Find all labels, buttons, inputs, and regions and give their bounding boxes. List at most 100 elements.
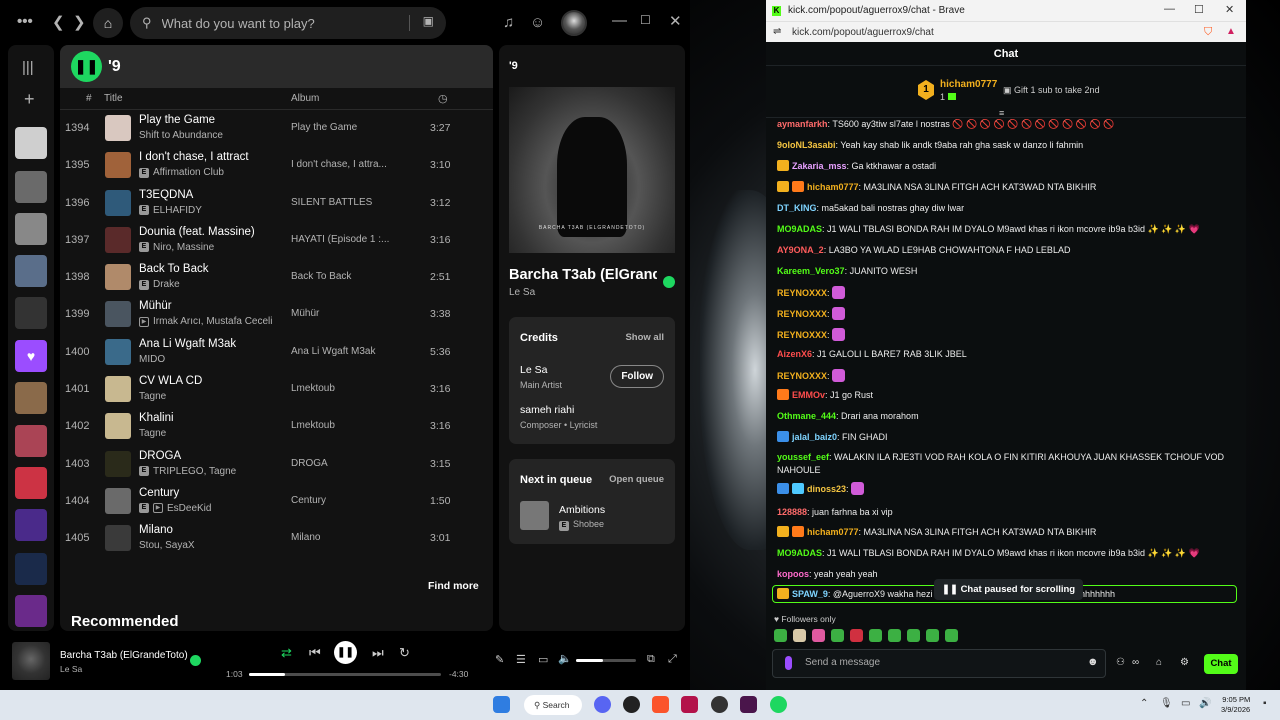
track-album[interactable]: SILENT BATTLES xyxy=(291,197,372,208)
track-artist-name[interactable]: Tagne xyxy=(139,428,166,439)
chat-username[interactable]: 9oloNL3asabi xyxy=(777,140,836,150)
library-item[interactable] xyxy=(15,553,47,585)
user-avatar[interactable] xyxy=(561,10,587,36)
leader-username[interactable]: hicham0777 xyxy=(940,79,997,90)
chat-username[interactable]: 128888 xyxy=(777,507,807,517)
open-queue-link[interactable]: Open queue xyxy=(609,474,664,485)
track-title[interactable]: CV WLA CD xyxy=(139,375,202,387)
library-item[interactable] xyxy=(15,255,47,287)
brave-shield-icon[interactable]: ⛉ xyxy=(1204,26,1212,39)
chat-username[interactable]: Kareem_Vero37 xyxy=(777,266,845,276)
track-album[interactable]: DROGA xyxy=(291,458,328,469)
player-saved-icon[interactable] xyxy=(190,655,201,666)
emote-icon[interactable] xyxy=(831,629,844,642)
library-item[interactable] xyxy=(15,467,47,499)
network-icon[interactable]: ▭ xyxy=(1181,698,1190,709)
emote-icon[interactable] xyxy=(907,629,920,642)
forward-arrow-icon[interactable]: ❯ xyxy=(73,13,86,31)
track-title[interactable]: Century xyxy=(139,487,179,499)
col-album[interactable]: Album xyxy=(291,93,319,104)
track-row[interactable]: 1396 T3EQDNA E ELHAFIDY SILENT BATTLES 3:12 xyxy=(60,185,493,222)
lyrics-icon[interactable]: ✎ xyxy=(495,653,504,666)
chat-username[interactable]: Othmane_444 xyxy=(777,411,836,421)
track-artist-name[interactable]: TRIPLEGO, Tagne xyxy=(153,466,236,477)
emote-icon[interactable] xyxy=(888,629,901,642)
notifications-tray-icon[interactable]: ▪ xyxy=(1263,698,1267,709)
credit-name[interactable]: sameh riahi xyxy=(520,404,574,416)
track-artist-name[interactable]: Shift to Abundance xyxy=(139,130,223,141)
chat-username[interactable]: REYNOXXX xyxy=(777,309,827,319)
emote-icon[interactable] xyxy=(812,629,825,642)
track-row[interactable]: 1400 Ana Li Wgaft M3ak MIDO Ana Li Wgaft M3… xyxy=(60,334,493,371)
player-artist[interactable]: Le Sa xyxy=(60,664,82,674)
library-item[interactable] xyxy=(15,171,47,203)
col-title[interactable]: Title xyxy=(104,93,123,104)
settings-gear-icon[interactable]: ⚙ xyxy=(1180,657,1189,668)
player-cover[interactable] xyxy=(12,642,50,680)
home-button[interactable]: ⌂ xyxy=(93,8,123,38)
tray-chevron-icon[interactable]: ⌃ xyxy=(1140,698,1148,709)
repeat-icon[interactable]: ↻ xyxy=(399,645,410,661)
emote-icon[interactable] xyxy=(774,629,787,642)
track-album[interactable]: Mühür xyxy=(291,308,319,319)
fullscreen-icon[interactable]: ⤢ xyxy=(668,653,677,666)
mini-player-icon[interactable]: ⧉ xyxy=(647,653,655,666)
next-icon[interactable]: ⏭ xyxy=(372,645,384,661)
track-title[interactable]: I don't chase, I attract xyxy=(139,151,249,163)
shuffle-icon[interactable]: ⇄ xyxy=(281,645,292,661)
track-artist-name[interactable]: ELHAFIDY xyxy=(153,205,202,216)
spotify-icon[interactable] xyxy=(770,696,787,713)
emote-icon[interactable] xyxy=(945,629,958,642)
back-arrow-icon[interactable]: ❮ xyxy=(52,13,65,31)
track-artist-name[interactable]: Drake xyxy=(153,279,180,290)
friends-icon[interactable]: ☺ xyxy=(530,14,545,31)
track-album[interactable]: Milano xyxy=(291,532,320,543)
track-album[interactable]: Back To Back xyxy=(291,271,351,282)
taskbar-search[interactable]: ⚲ Search xyxy=(524,695,582,715)
library-item[interactable] xyxy=(15,425,47,457)
track-row[interactable]: 1402 Khalini Tagne Lmektoub 3:16 xyxy=(60,408,493,445)
chat-username[interactable]: dinoss23 xyxy=(807,484,846,494)
track-title[interactable]: Dounia (feat. Massine) xyxy=(139,226,255,238)
chat-message-list[interactable]: aymanfarkh: TS600 ay3tiw sl7ate l nostra… xyxy=(766,118,1246,584)
gift-cta[interactable]: ▣ Gift 1 sub to take 2nd xyxy=(1003,85,1100,96)
track-row[interactable]: 1394 Play the Game Shift to Abundance Play … xyxy=(60,110,493,147)
mention-icon[interactable]: ⚇ xyxy=(1116,657,1125,668)
find-more-link[interactable]: Find more xyxy=(428,580,479,592)
track-row[interactable]: 1401 CV WLA CD Tagne Lmektoub 3:16 xyxy=(60,371,493,408)
chat-username[interactable]: kopoos xyxy=(777,569,809,579)
chat-username[interactable]: REYNOXXX xyxy=(777,288,827,298)
app-icon[interactable] xyxy=(740,696,757,713)
close-icon[interactable]: ✕ xyxy=(1225,3,1234,16)
chat-username[interactable]: AY9ONA_2 xyxy=(777,245,824,255)
add-icon[interactable]: + xyxy=(24,89,35,110)
track-album[interactable]: Play the Game xyxy=(291,122,357,133)
chat-paused-button[interactable]: ❚❚ Chat paused for scrolling xyxy=(934,579,1084,600)
track-album[interactable]: HAYATI (Episode 1 :... xyxy=(291,234,389,245)
chat-username[interactable]: DT_KING xyxy=(777,203,817,213)
library-icon[interactable]: ||| xyxy=(22,59,34,76)
more-icon[interactable]: ••• xyxy=(17,13,33,30)
address-bar[interactable]: ⇌ kick.com/popout/aguerrox9/chat ⛉ ▲ xyxy=(766,21,1246,42)
chat-username[interactable]: REYNOXXX xyxy=(777,330,827,340)
volume-slider[interactable] xyxy=(576,659,636,662)
duration-clock-icon[interactable]: ◷ xyxy=(438,92,448,105)
col-num[interactable]: # xyxy=(86,93,92,104)
chat-username[interactable]: MO9ADAS xyxy=(777,224,822,234)
track-row[interactable]: 1405 Milano Stou, SayaX Milano 3:01 xyxy=(60,520,493,557)
start-windows-icon[interactable] xyxy=(493,696,510,713)
brave-icon[interactable] xyxy=(652,696,669,713)
close-icon[interactable]: ✕ xyxy=(669,12,682,30)
track-artist-name[interactable]: Stou, SayaX xyxy=(139,540,195,551)
message-input[interactable] xyxy=(805,657,1065,668)
microphone-tray-icon[interactable]: 🎙 xyxy=(1160,698,1173,709)
track-artist-name[interactable]: EsDeeKid xyxy=(167,503,211,514)
track-title[interactable]: DROGA xyxy=(139,450,181,462)
emote-icon[interactable] xyxy=(869,629,882,642)
emote-icon[interactable] xyxy=(850,629,863,642)
minimize-icon[interactable]: — xyxy=(1164,3,1175,15)
browse-icon[interactable]: ▣ xyxy=(423,14,434,28)
track-artist-name[interactable]: Irmak Arıcı, Mustafa Ceceli xyxy=(153,316,272,327)
track-title[interactable]: Mühür xyxy=(139,300,172,312)
volume-tray-icon[interactable]: 🔊 xyxy=(1199,698,1211,709)
